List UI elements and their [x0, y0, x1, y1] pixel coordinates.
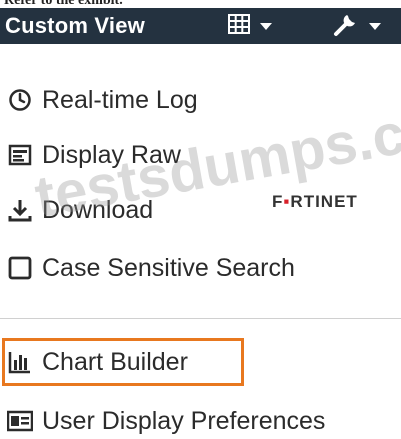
id-card-icon	[6, 407, 34, 435]
custom-view-toolbar: Custom View	[0, 8, 401, 44]
menu-item-label: Display Raw	[42, 140, 181, 169]
chevron-down-icon	[260, 22, 272, 30]
grid-icon	[228, 13, 250, 39]
menu-item-chart-builder[interactable]: Chart Builder	[6, 344, 188, 380]
menu-item-real-time-log[interactable]: Real-time Log	[6, 82, 198, 118]
toolbar-title: Custom View	[5, 13, 145, 38]
menu-item-download[interactable]: Download	[6, 192, 153, 228]
menu-item-label: Chart Builder	[42, 347, 188, 376]
menu-item-label: Real-time Log	[42, 85, 198, 114]
checkbox-icon[interactable]	[6, 254, 34, 282]
menu-item-label: Download	[42, 195, 154, 224]
download-icon	[6, 196, 34, 224]
menu-separator	[0, 318, 401, 319]
tools-menu-button[interactable]	[333, 8, 381, 44]
menu-item-case-sensitive-search[interactable]: Case Sensitive Search	[6, 250, 295, 286]
raw-log-icon	[6, 141, 34, 169]
menu-item-label: User Display Preferences	[42, 406, 326, 435]
bar-chart-icon	[6, 348, 34, 376]
grid-view-button[interactable]	[228, 8, 272, 44]
clock-icon	[6, 86, 34, 114]
menu-item-label: Case Sensitive Search	[42, 253, 295, 282]
fortinet-logo: F▪RTINET	[272, 192, 358, 211]
chevron-down-icon	[369, 22, 381, 30]
wrench-icon	[333, 11, 359, 42]
menu-item-display-raw[interactable]: Display Raw	[6, 137, 181, 173]
